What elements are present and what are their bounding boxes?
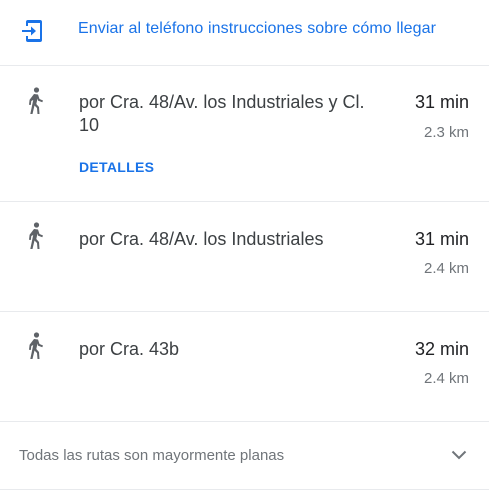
route-description: por Cra. 43b [79, 339, 180, 359]
route-duration: 31 min [414, 92, 469, 112]
chevron-down-icon [451, 450, 467, 460]
send-to-phone-icon [22, 20, 42, 42]
details-link[interactable]: DETALLES [79, 159, 154, 175]
send-to-phone-button[interactable]: Enviar al teléfono instrucciones sobre c… [0, 0, 489, 66]
route-duration: 32 min [414, 339, 469, 359]
route-duration: 31 min [414, 229, 469, 249]
terrain-summary-text: Todas las rutas son mayormente planas [19, 447, 285, 464]
walking-person-icon [29, 87, 43, 114]
route-option[interactable]: por Cra. 43b 32 min 2.4 km [0, 312, 489, 422]
route-distance: 2.4 km [423, 370, 469, 387]
route-description: por Cra. 48/Av. los Industriales [79, 229, 324, 249]
route-distance: 2.3 km [423, 124, 469, 141]
route-option[interactable]: por Cra. 48/Av. los Industriales y Cl. 1… [0, 66, 489, 202]
terrain-summary-expander[interactable]: Todas las rutas son mayormente planas [0, 422, 489, 490]
route-distance: 2.4 km [423, 260, 469, 277]
route-option[interactable]: por Cra. 48/Av. los Industriales 31 min … [0, 202, 489, 312]
send-to-phone-label: Enviar al teléfono instrucciones sobre c… [78, 20, 437, 37]
route-description: por Cra. 48/Av. los Industriales y Cl. 1… [79, 92, 365, 135]
walking-person-icon [29, 332, 43, 359]
walking-person-icon [29, 222, 43, 249]
